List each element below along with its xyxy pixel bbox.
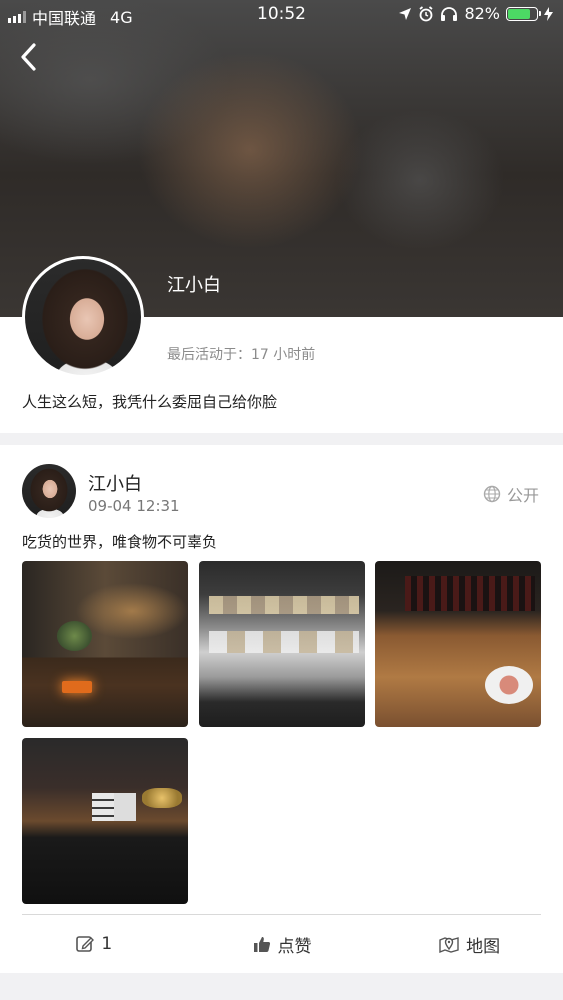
visibility-label: 公开 bbox=[506, 486, 539, 505]
like-button[interactable]: 点赞 bbox=[188, 915, 376, 973]
post-photo-2[interactable] bbox=[199, 561, 365, 727]
back-button[interactable] bbox=[14, 40, 48, 74]
last-active-text: 最后活动于：17 小时前 bbox=[167, 347, 316, 363]
comment-button[interactable]: 1 bbox=[0, 915, 188, 973]
post-photo-1[interactable] bbox=[22, 561, 188, 727]
battery-level bbox=[508, 8, 530, 19]
post-text: 吃货的世界，唯食物不可辜负 bbox=[22, 533, 218, 551]
profile-signature: 人生这么短，我凭什么委屈自己给你脸 bbox=[22, 393, 278, 411]
alarm-icon bbox=[419, 5, 433, 21]
status-right: 82% bbox=[398, 4, 553, 23]
like-label: 点赞 bbox=[277, 936, 312, 957]
comment-count: 1 bbox=[101, 934, 113, 954]
post-action-bar: 1 点赞 地图 bbox=[0, 915, 563, 973]
post-author-avatar[interactable] bbox=[22, 464, 76, 518]
location-arrow-icon bbox=[399, 7, 412, 20]
post-photo-3[interactable] bbox=[375, 561, 541, 727]
thumbs-up-icon bbox=[253, 937, 270, 952]
post-timestamp: 09-04 12:31 bbox=[88, 497, 180, 515]
comment-edit-icon bbox=[76, 936, 95, 952]
profile-name: 江小白 bbox=[167, 275, 221, 296]
battery-icon bbox=[506, 6, 541, 21]
charging-icon bbox=[544, 6, 553, 21]
globe-icon bbox=[483, 485, 501, 503]
map-button[interactable]: 地图 bbox=[375, 915, 563, 973]
headphones-icon bbox=[441, 6, 458, 21]
map-label: 地图 bbox=[466, 936, 501, 957]
back-icon bbox=[21, 43, 36, 71]
post-visibility: 公开 bbox=[483, 482, 539, 506]
post-photo-4[interactable] bbox=[22, 738, 188, 904]
bottom-spacer bbox=[0, 973, 563, 1000]
status-bar: 中国联通 4G 10:52 82% bbox=[0, 0, 563, 30]
battery-percent: 82% bbox=[464, 4, 500, 23]
map-pin-icon bbox=[439, 937, 459, 954]
profile-avatar[interactable] bbox=[22, 256, 144, 378]
post-author-name[interactable]: 江小白 bbox=[88, 470, 142, 496]
